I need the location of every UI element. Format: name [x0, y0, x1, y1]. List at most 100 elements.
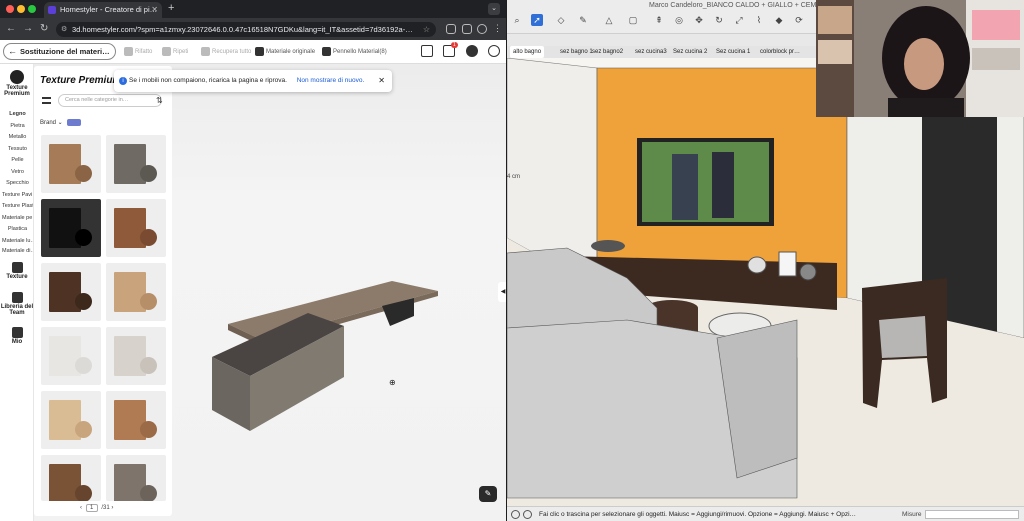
reload-icon[interactable]: ↻ [40, 23, 48, 34]
save-icon[interactable] [421, 45, 433, 57]
material-brush-button[interactable]: Pennello Material(8) [322, 47, 387, 56]
texture-thumb[interactable] [41, 135, 101, 193]
library-icon [11, 292, 23, 303]
orbit-icon[interactable]: ⟳ [793, 14, 805, 26]
push-pull-icon[interactable]: ⇞ [653, 14, 665, 26]
minimize-window-icon[interactable] [17, 5, 25, 13]
page-input[interactable]: 1 [85, 504, 98, 512]
search-input[interactable]: Cerca nelle categorie in… [58, 94, 162, 107]
tab-colorblock[interactable]: colorblock pr… [757, 46, 803, 58]
tab-title: Homestyler - Creatore di pi… [60, 5, 158, 14]
rectangle-icon[interactable]: ▢ [627, 14, 639, 26]
texture-thumb[interactable] [41, 263, 101, 321]
restore-all-button[interactable]: Recupera tutto [201, 47, 251, 56]
texture-thumb[interactable] [41, 199, 101, 257]
original-material-label: Materiale originale [266, 49, 316, 56]
texture-thumb[interactable] [106, 263, 166, 321]
browser-menu-icon[interactable]: ⋮ [493, 23, 502, 34]
paint-bucket-icon[interactable]: ◆ [773, 14, 785, 26]
split-view-icon[interactable] [462, 24, 472, 34]
arrow-left-icon: ← [8, 46, 17, 56]
sidebar-group-team-library[interactable]: Libreria del Team [0, 292, 34, 316]
dimension-label: 4 cm [507, 174, 521, 180]
sketchup-title: Marco Candeloro_BIANCO CALDO + GIALLO + … [649, 2, 843, 9]
homestyler-favicon-icon [48, 6, 56, 14]
site-info-icon[interactable]: ⚙ [61, 22, 67, 37]
browser-tab[interactable]: Homestyler - Creatore di pi… ✕ [44, 2, 162, 18]
sidebar-item-legno[interactable]: Legno [2, 111, 33, 117]
eraser-icon[interactable]: ◇ [555, 14, 567, 26]
sidebar-item-pelle[interactable]: Pelle [2, 157, 33, 163]
measurements-input[interactable] [925, 510, 1019, 519]
sidebar-item-pietra[interactable]: Pietra [2, 123, 33, 129]
tab-sez-cucina3[interactable]: sez cucina3 [632, 46, 670, 58]
dont-show-again-link[interactable]: Non mostrare di nuovo. [297, 77, 365, 84]
sidebar-group-texture[interactable]: Texture [0, 262, 34, 280]
sidebar-item-specchio[interactable]: Specchio [2, 180, 33, 186]
help-icon[interactable] [488, 45, 500, 57]
texture-thumb[interactable] [106, 391, 166, 449]
color-filter-swatch[interactable] [67, 119, 81, 126]
sidebar-item-metallo[interactable]: Metallo [2, 134, 33, 140]
maximize-window-icon[interactable] [28, 5, 36, 13]
sidebar-item-texture-pavimento[interactable]: Texture Pavi… [2, 192, 33, 198]
feedback-edit-icon[interactable]: ✎ [479, 486, 497, 502]
pencil-icon[interactable]: ✎ [577, 14, 589, 26]
brand-filter[interactable]: Brand ⌄ [40, 119, 63, 126]
texture-thumb[interactable] [41, 391, 101, 449]
material-replace-back-button[interactable]: ← Sostituzione del materi… [3, 43, 116, 60]
next-page-icon[interactable]: › [111, 505, 113, 511]
sidebar-item-materiale-pe[interactable]: Materiale pe… [2, 215, 33, 221]
texture-thumb[interactable] [41, 455, 101, 501]
search-icon[interactable]: ⌕ [511, 14, 523, 26]
sidebar-group-mine[interactable]: Mio [0, 327, 34, 345]
tab-sez-bagno2[interactable]: sez bagno2 [589, 46, 626, 58]
close-tab-icon[interactable]: ✕ [151, 2, 158, 18]
help-icon[interactable] [523, 510, 532, 519]
extensions-icon[interactable] [446, 24, 456, 34]
tab-sez-cucina-1[interactable]: Sez cucina 1 [713, 46, 753, 58]
bookmark-star-icon[interactable]: ☆ [423, 22, 430, 37]
user-avatar[interactable] [466, 45, 478, 57]
restore-icon [201, 47, 210, 56]
select-arrow-icon[interactable]: ➚ [531, 14, 543, 26]
move-icon[interactable]: ✥ [693, 14, 705, 26]
texture-thumb[interactable] [106, 455, 166, 501]
offset-icon[interactable]: ◎ [673, 14, 685, 26]
scale-icon[interactable]: ⤢ [733, 14, 745, 26]
tab-alto-bagno[interactable]: alto bagno [510, 46, 545, 58]
sidebar-item-materiale-lu[interactable]: Materiale lu… [2, 238, 33, 244]
sidebar-item-plastica[interactable]: Plastica [2, 226, 33, 232]
credits-icon[interactable] [511, 510, 520, 519]
undo-button[interactable]: Rifatto [124, 47, 152, 56]
sidebar-item-texture-plastica[interactable]: Texture Plast… [2, 203, 33, 209]
close-window-icon[interactable] [6, 5, 14, 13]
close-toast-icon[interactable]: ✕ [378, 70, 385, 92]
redo-button[interactable]: Ripeti [162, 47, 188, 56]
profile-icon[interactable] [477, 24, 487, 34]
new-tab-icon[interactable]: + [168, 2, 174, 14]
polygon-icon[interactable]: △ [603, 14, 615, 26]
sidebar-group-texture-premium[interactable]: Texture Premium [0, 70, 34, 97]
url-field[interactable]: ⚙ 3d.homestyler.com/?spm=a1zmxy.23072646… [56, 22, 436, 37]
sidebar-item-materiale-di[interactable]: Materiale di… [2, 248, 33, 254]
rotate-icon[interactable]: ↻ [713, 14, 725, 26]
menu-icon[interactable] [42, 97, 51, 104]
prev-page-icon[interactable]: ‹ [80, 505, 82, 511]
collapse-panel-chevron-icon[interactable]: ◀ [498, 282, 506, 302]
tab-search-icon[interactable]: ⌄ [488, 3, 500, 15]
forward-arrow-icon[interactable]: → [23, 23, 33, 34]
tab-sez-cucina-2[interactable]: Sez cucina 2 [670, 46, 710, 58]
sort-icon[interactable]: ⇅ [156, 96, 163, 105]
original-material-button[interactable]: Materiale originale [255, 47, 315, 56]
back-arrow-icon[interactable]: ← [6, 23, 16, 34]
sketchup-3d-scene[interactable]: 4 cm [507, 57, 1024, 506]
sidebar-item-vetro[interactable]: Vetro [2, 169, 33, 175]
texture-thumb[interactable] [106, 199, 166, 257]
texture-thumb[interactable] [106, 135, 166, 193]
tape-measure-icon[interactable]: ⌇ [753, 14, 765, 26]
url-text: 3d.homestyler.com/?spm=a1zmxy.23072646.0… [72, 25, 413, 34]
texture-thumb[interactable] [106, 327, 166, 385]
sidebar-item-tessuto[interactable]: Tessuto [2, 146, 33, 152]
texture-thumb[interactable] [41, 327, 101, 385]
